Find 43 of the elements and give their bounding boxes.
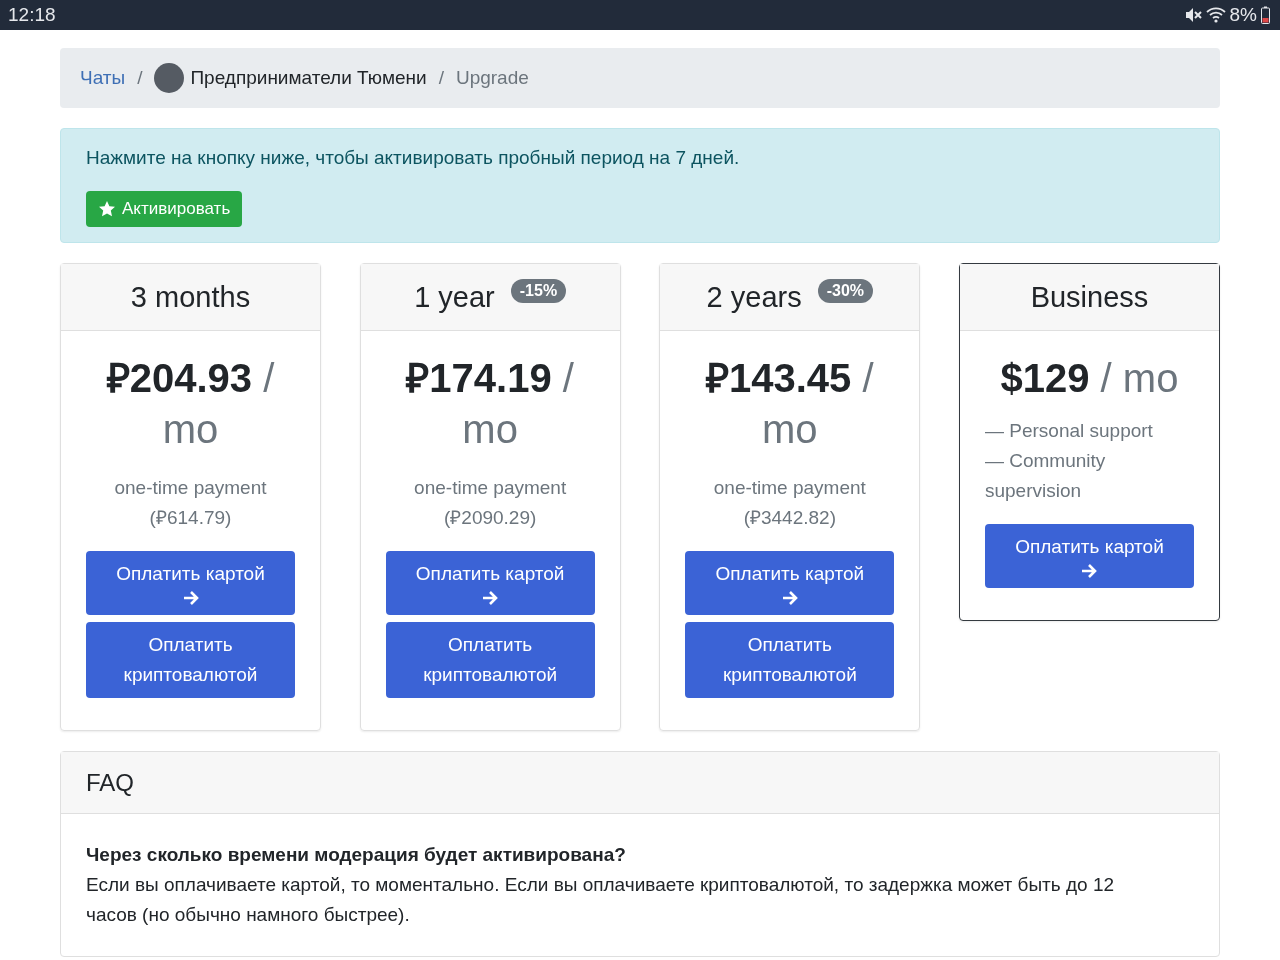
pay-card-button[interactable]: Оплатить картой <box>685 551 895 615</box>
plan-title: 3 months <box>130 280 251 314</box>
breadcrumb-separator: / <box>137 67 143 89</box>
arrow-right-icon <box>181 589 200 607</box>
faq-answer: Если вы оплачиваете картой, то моментально. Если вы оплачиваете криптовалютой, то задержка может быть до 12 часов (но обычно намного быстрее). <box>86 873 1116 927</box>
activate-button[interactable]: Активировать <box>86 191 243 227</box>
mute-icon <box>1183 6 1202 24</box>
plan-price: ₽174.19 / mo <box>404 355 575 453</box>
faq-title: FAQ <box>61 752 1219 814</box>
wifi-icon <box>1205 7 1226 23</box>
breadcrumb-link[interactable]: Чаты <box>80 67 126 89</box>
plan-price: ₽143.45 / mo <box>704 355 875 453</box>
pay-card-button[interactable]: Оплатить картой <box>984 524 1194 588</box>
pay-crypto-button[interactable]: Оплатить криптовалютой <box>685 622 895 698</box>
faq-question: Через сколько времени модерация будет активирована? <box>86 843 627 867</box>
feature-item: — Personal support <box>984 419 1154 443</box>
feature-item: — Community supervision <box>984 449 1107 503</box>
star-icon <box>98 200 116 218</box>
arrow-right-icon <box>780 589 799 607</box>
battery-icon <box>1261 6 1270 24</box>
plan-price: $129 / mo <box>999 355 1180 402</box>
alert-text: Нажмите на кнопку ниже, чтобы активировать пробный период на 7 дней. <box>86 147 741 169</box>
pay-card-button[interactable]: Оплатить картой <box>385 551 595 615</box>
payment-note: one-time payment (₽2090.29) <box>413 476 568 530</box>
breadcrumb-current: Upgrade <box>455 67 529 89</box>
status-time: 12:18 <box>8 4 57 26</box>
breadcrumb-link[interactable]: Предприниматели Тюмени <box>190 67 427 89</box>
pay-crypto-button[interactable]: Оплатить криптовалютой <box>385 622 595 698</box>
breadcrumb-separator: / <box>438 67 444 89</box>
plan-title: 1 year <box>414 280 495 314</box>
discount-badge: -30% <box>817 279 874 303</box>
battery-percent: 8% <box>1229 4 1257 26</box>
payment-note: one-time payment (₽3442.82) <box>712 476 867 530</box>
payment-note: one-time payment (₽614.79) <box>113 476 268 530</box>
avatar <box>154 63 185 93</box>
arrow-right-icon <box>481 589 500 607</box>
plan-price: ₽204.93 / mo <box>105 355 276 453</box>
plan-title: Business <box>1030 280 1149 314</box>
arrow-right-icon <box>1080 562 1099 580</box>
pay-crypto-button[interactable]: Оплатить криптовалютой <box>86 622 295 698</box>
discount-badge: -15% <box>510 279 567 303</box>
pay-card-button[interactable]: Оплатить картой <box>86 551 295 615</box>
plan-title: 2 years <box>706 280 802 314</box>
